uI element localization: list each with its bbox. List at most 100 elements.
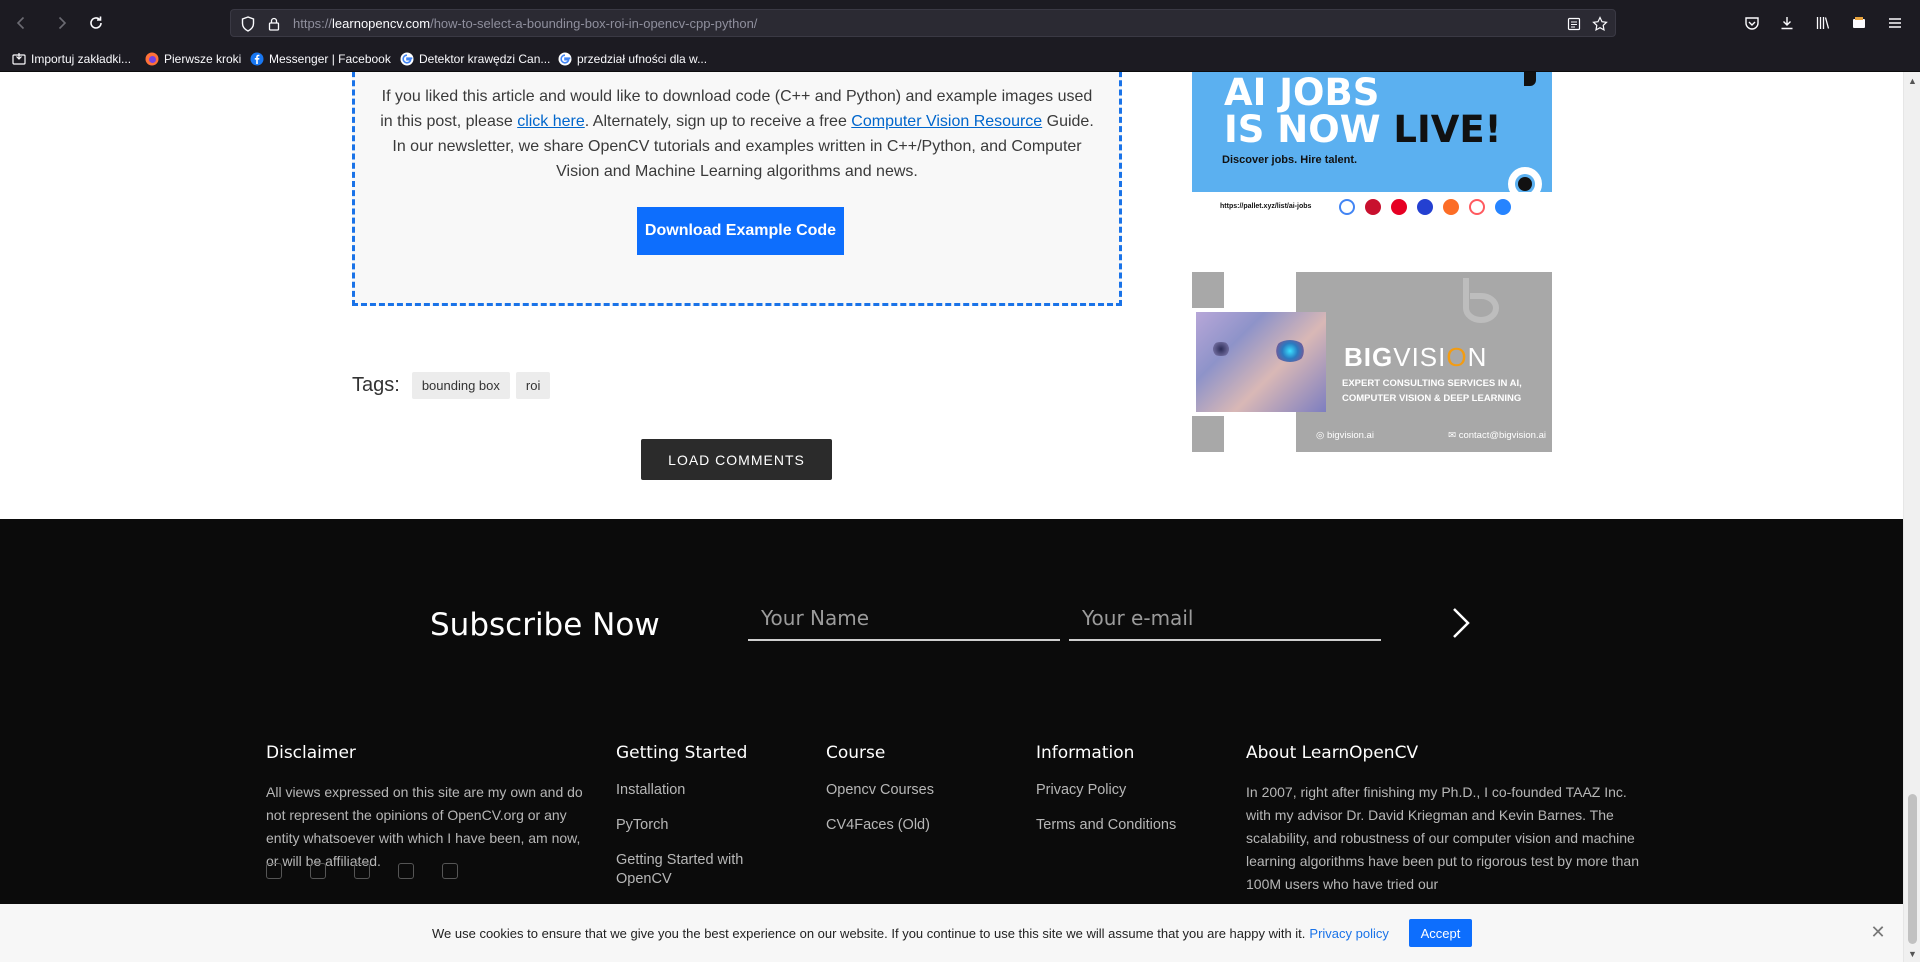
ad-logo-strip: https://pallet.xyz/list/ai-jobs	[1192, 192, 1552, 224]
facebook-icon	[250, 52, 264, 66]
footer-course: Course Opencv Courses CV4Faces (Old)	[826, 743, 976, 851]
pallet-logo	[1524, 72, 1536, 86]
scrollbar-thumb[interactable]	[1908, 794, 1917, 944]
browser-toolbar: https://learnopencv.com/how-to-select-a-…	[0, 0, 1920, 46]
click-here-link[interactable]: click here	[517, 113, 585, 130]
bookmarks-bar: Importuj zakładki... Pierwsze kroki Mess…	[0, 46, 1920, 72]
load-comments-button[interactable]: LOAD COMMENTS	[641, 439, 832, 480]
address-bar[interactable]: https://learnopencv.com/how-to-select-a-…	[230, 9, 1616, 37]
footer-about: About LearnOpenCV In 2007, right after f…	[1246, 743, 1640, 896]
bookmark-messenger[interactable]: Messenger | Facebook	[250, 50, 391, 68]
url-text[interactable]: https://learnopencv.com/how-to-select-a-…	[293, 16, 757, 31]
company-logos	[1339, 199, 1511, 215]
footer-link-privacy-policy[interactable]: Privacy Policy	[1036, 781, 1216, 800]
footer-link-pytorch[interactable]: PyTorch	[616, 816, 766, 835]
ad-headline-live: LIVE!	[1393, 108, 1502, 151]
ad-subline: Discover jobs. Hire talent.	[1222, 154, 1358, 166]
bigvision-logo-icon	[1463, 278, 1499, 323]
google-icon	[558, 52, 572, 66]
firefox-icon	[145, 52, 159, 66]
bookmark-confidence[interactable]: przedział ufności dla w...	[558, 50, 707, 68]
globe-icon: ◎	[1316, 430, 1327, 441]
atlassian-icon	[1495, 199, 1511, 215]
subscribe-title: Subscribe Now	[430, 607, 660, 643]
bookmark-canny[interactable]: Detektor krawędzi Can...	[400, 50, 550, 68]
reader-view-icon[interactable]	[1565, 15, 1583, 33]
url-host: learnopencv.com	[332, 16, 431, 31]
back-icon[interactable]	[10, 12, 32, 34]
menu-icon[interactable]	[1884, 12, 1906, 34]
ad-contacts: ◎ bigvision.ai ✉ contact@bigvision.ai	[1316, 430, 1546, 441]
bookmark-first-steps[interactable]: Pierwsze kroki	[145, 50, 241, 68]
url-prefix: https://	[293, 16, 333, 31]
download-example-code-button[interactable]: Download Example Code	[637, 207, 844, 255]
downloads-icon[interactable]	[1776, 12, 1798, 34]
ai-jobs-ad[interactable]: AI JOBS IS NOW LIVE! Discover jobs. Hire…	[1192, 72, 1552, 224]
footer-link-installation[interactable]: Installation	[616, 781, 766, 800]
ad-tagline: EXPERT CONSULTING SERVICES IN AI, COMPUT…	[1342, 376, 1522, 406]
linkedin-icon[interactable]	[354, 863, 370, 879]
footer-heading: Getting Started	[616, 743, 748, 763]
footer: Subscribe Now Disclaimer All views expre…	[0, 519, 1903, 962]
footer-link-cv4faces[interactable]: CV4Faces (Old)	[826, 816, 976, 835]
bigvision-ad[interactable]: BIGVISION EXPERT CONSULTING SERVICES IN …	[1192, 272, 1552, 452]
ad-url: https://pallet.xyz/list/ai-jobs	[1220, 203, 1312, 210]
instagram-icon[interactable]	[310, 863, 326, 879]
bookmark-label: Detektor krawędzi Can...	[419, 52, 551, 66]
footer-link-opencv-courses[interactable]: Opencv Courses	[826, 781, 976, 800]
youtube-icon[interactable]	[442, 863, 458, 879]
tag-roi[interactable]: roi	[515, 371, 551, 399]
disclaimer-text: All views expressed on this site are my …	[266, 784, 583, 869]
close-icon[interactable]: ✕	[1868, 922, 1888, 942]
bookmark-import[interactable]: Importuj zakładki...	[12, 50, 131, 68]
ad-headline-line: IS NOW	[1224, 108, 1394, 151]
twitter-icon[interactable]	[398, 863, 414, 879]
pinterest-icon	[1391, 199, 1407, 215]
container-icon[interactable]	[1848, 12, 1870, 34]
tesla-icon	[1365, 199, 1381, 215]
facebook-icon[interactable]	[266, 863, 282, 879]
forward-icon[interactable]	[51, 12, 73, 34]
shield-icon[interactable]	[239, 15, 257, 33]
bookmark-star-icon[interactable]	[1591, 15, 1609, 33]
footer-disclaimer: Disclaimer All views expressed on this s…	[266, 743, 596, 873]
promo-text-part: . Alternately, sign up to receive a free	[584, 113, 852, 130]
brand-bold: BIG	[1344, 342, 1394, 372]
library-icon[interactable]	[1812, 12, 1834, 34]
scroll-up-icon[interactable]: ▲	[1904, 72, 1920, 89]
scroll-down-icon[interactable]: ▼	[1904, 945, 1920, 962]
import-icon	[12, 52, 26, 66]
download-code-box: If you liked this article and would like…	[352, 72, 1122, 306]
brand-part: N	[1467, 342, 1488, 372]
pocket-icon[interactable]	[1741, 12, 1763, 34]
bookmark-label: przedział ufności dla w...	[577, 52, 708, 66]
footer-getting-started: Getting Started Installation PyTorch Get…	[616, 743, 766, 905]
cv-resource-link[interactable]: Computer Vision Resource	[851, 113, 1042, 130]
page-content: If you liked this article and would like…	[0, 72, 1903, 962]
subscribe-name-input[interactable]	[748, 597, 1060, 641]
lock-icon[interactable]	[265, 15, 283, 33]
tag-bounding-box[interactable]: bounding box	[411, 371, 510, 399]
page-scrollbar[interactable]: ▲ ▼	[1903, 72, 1920, 962]
website-text: bigvision.ai	[1326, 430, 1374, 441]
subscribe-submit-arrow-icon[interactable]	[1448, 603, 1476, 643]
tags-row: Tags: bounding box roi	[352, 371, 551, 399]
reload-icon[interactable]	[85, 12, 107, 34]
subscribe-email-input[interactable]	[1069, 597, 1381, 641]
email-contact: ✉ contact@bigvision.ai	[1448, 430, 1546, 441]
ad-headline: AI JOBS IS NOW LIVE!	[1224, 74, 1502, 148]
promo-text: If you liked this article and would like…	[375, 84, 1099, 184]
about-text: In 2007, right after finishing my Ph.D.,…	[1246, 784, 1640, 892]
ad-tagline-line: EXPERT CONSULTING SERVICES IN AI,	[1342, 378, 1522, 389]
website-contact: ◎ bigvision.ai	[1316, 430, 1374, 441]
cookie-privacy-link[interactable]: Privacy policy	[1309, 926, 1388, 941]
footer-link-getting-started-opencv[interactable]: Getting Started with OpenCV	[616, 851, 766, 889]
cookie-accept-button[interactable]: Accept	[1409, 919, 1472, 947]
footer-heading: Information	[1036, 743, 1135, 763]
footer-link-terms[interactable]: Terms and Conditions	[1036, 816, 1216, 835]
ad-square-bottom	[1192, 416, 1224, 452]
footer-heading: Course	[826, 743, 886, 763]
airbnb-icon	[1469, 199, 1485, 215]
email-text: contact@bigvision.ai	[1458, 430, 1546, 441]
bigvision-brand: BIGVISION	[1344, 342, 1487, 373]
